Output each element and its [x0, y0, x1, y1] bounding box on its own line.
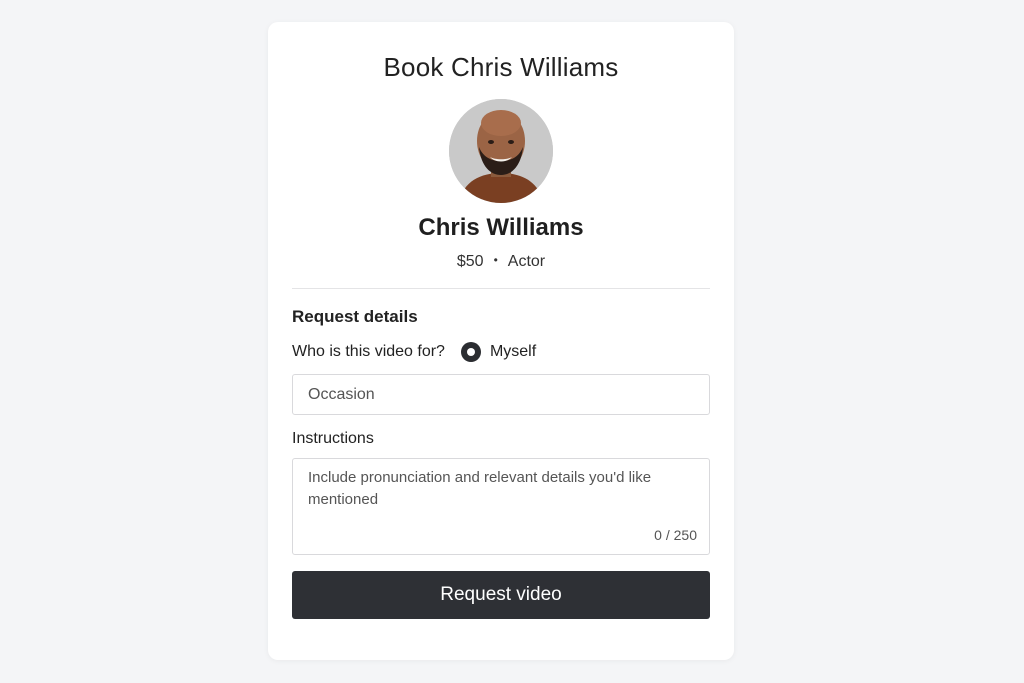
price-label: $50	[456, 253, 484, 270]
recipient-question-label: Who is this video for?	[292, 343, 445, 360]
separator-dot: •	[493, 253, 498, 267]
instructions-textarea[interactable]: Include pronunciation and relevant detai…	[292, 458, 710, 555]
instructions-label: Instructions	[292, 430, 374, 447]
occasion-input[interactable]: Occasion	[292, 374, 710, 415]
celebrity-name: Chris Williams	[418, 214, 584, 241]
recipient-row: Who is this video for? Myself	[292, 341, 536, 363]
request-details-heading: Request details	[292, 307, 418, 326]
page-title: Book Chris Williams	[383, 52, 619, 82]
divider	[292, 288, 710, 289]
request-video-button[interactable]: Request video	[292, 571, 710, 619]
avatar-portrait-image	[449, 99, 553, 203]
instructions-placeholder: Include pronunciation and relevant detai…	[308, 469, 652, 508]
myself-radio-label[interactable]: Myself	[490, 343, 536, 361]
price-category-line: $50 • Actor	[268, 253, 734, 271]
myself-radio-button[interactable]	[460, 342, 481, 362]
character-counter: 0 / 250	[654, 527, 697, 543]
avatar	[449, 99, 553, 203]
booking-card: Book Chris Williams Chris Williams $50 • A…	[268, 22, 734, 660]
occasion-placeholder: Occasion	[308, 386, 375, 403]
category-label: Actor	[507, 253, 546, 270]
